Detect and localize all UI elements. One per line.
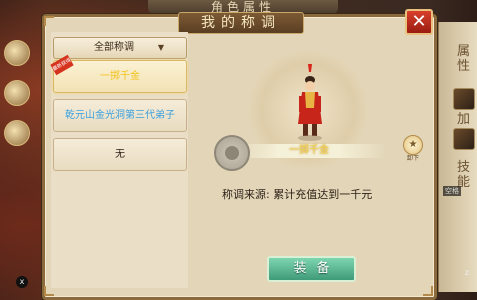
- background-right-text: 技: [457, 160, 471, 175]
- left-chip-icon[interactable]: [4, 80, 30, 106]
- left-chip-icon[interactable]: [4, 120, 30, 146]
- filter-label: 全部称调: [94, 42, 134, 53]
- equipped-title-banner: 一掷千金: [232, 144, 386, 158]
- background-right-text: 加: [457, 112, 471, 127]
- background-thumb-icon[interactable]: [453, 88, 475, 110]
- dialog-corner-ornament: [423, 286, 433, 296]
- rotate-control[interactable]: [214, 135, 250, 171]
- title-item-label: 一掷千金: [100, 71, 140, 82]
- chevron-down-icon: ▼: [157, 43, 164, 52]
- unequip-label: 卸下: [406, 155, 419, 162]
- background-right-text: 性: [457, 59, 471, 74]
- title-list-item[interactable]: 最新获得 一掷千金: [50, 54, 187, 93]
- background-thumb-icon[interactable]: [453, 128, 475, 150]
- character-avatar[interactable]: [290, 62, 330, 142]
- star-icon: ★: [403, 135, 423, 155]
- background-right-text: 属: [457, 44, 471, 59]
- close-button[interactable]: ✕: [405, 9, 433, 35]
- title-item-label: 乾元山金光洞第三代弟子: [65, 110, 175, 121]
- right-key-hint: z: [464, 268, 469, 277]
- title-source-text: 称调来源: 累计充值达到一千元: [222, 188, 373, 201]
- unequip-button[interactable]: ★ 卸下: [403, 135, 423, 163]
- left-key-hint: x: [16, 276, 28, 288]
- title-filter-dropdown[interactable]: 全部称调 ▼: [53, 37, 187, 59]
- dialog-title: 我的称调: [178, 12, 304, 34]
- space-key-label: 空格: [443, 186, 461, 196]
- dialog-corner-ornament: [44, 16, 54, 26]
- title-list-item[interactable]: 无: [53, 138, 187, 171]
- left-chip-icon[interactable]: [4, 40, 30, 66]
- equip-button[interactable]: 装备: [267, 256, 356, 282]
- title-list-item[interactable]: 乾元山金光洞第三代弟子: [53, 99, 187, 132]
- title-item-label: 无: [115, 149, 125, 160]
- rotate-knob-icon: [225, 146, 239, 160]
